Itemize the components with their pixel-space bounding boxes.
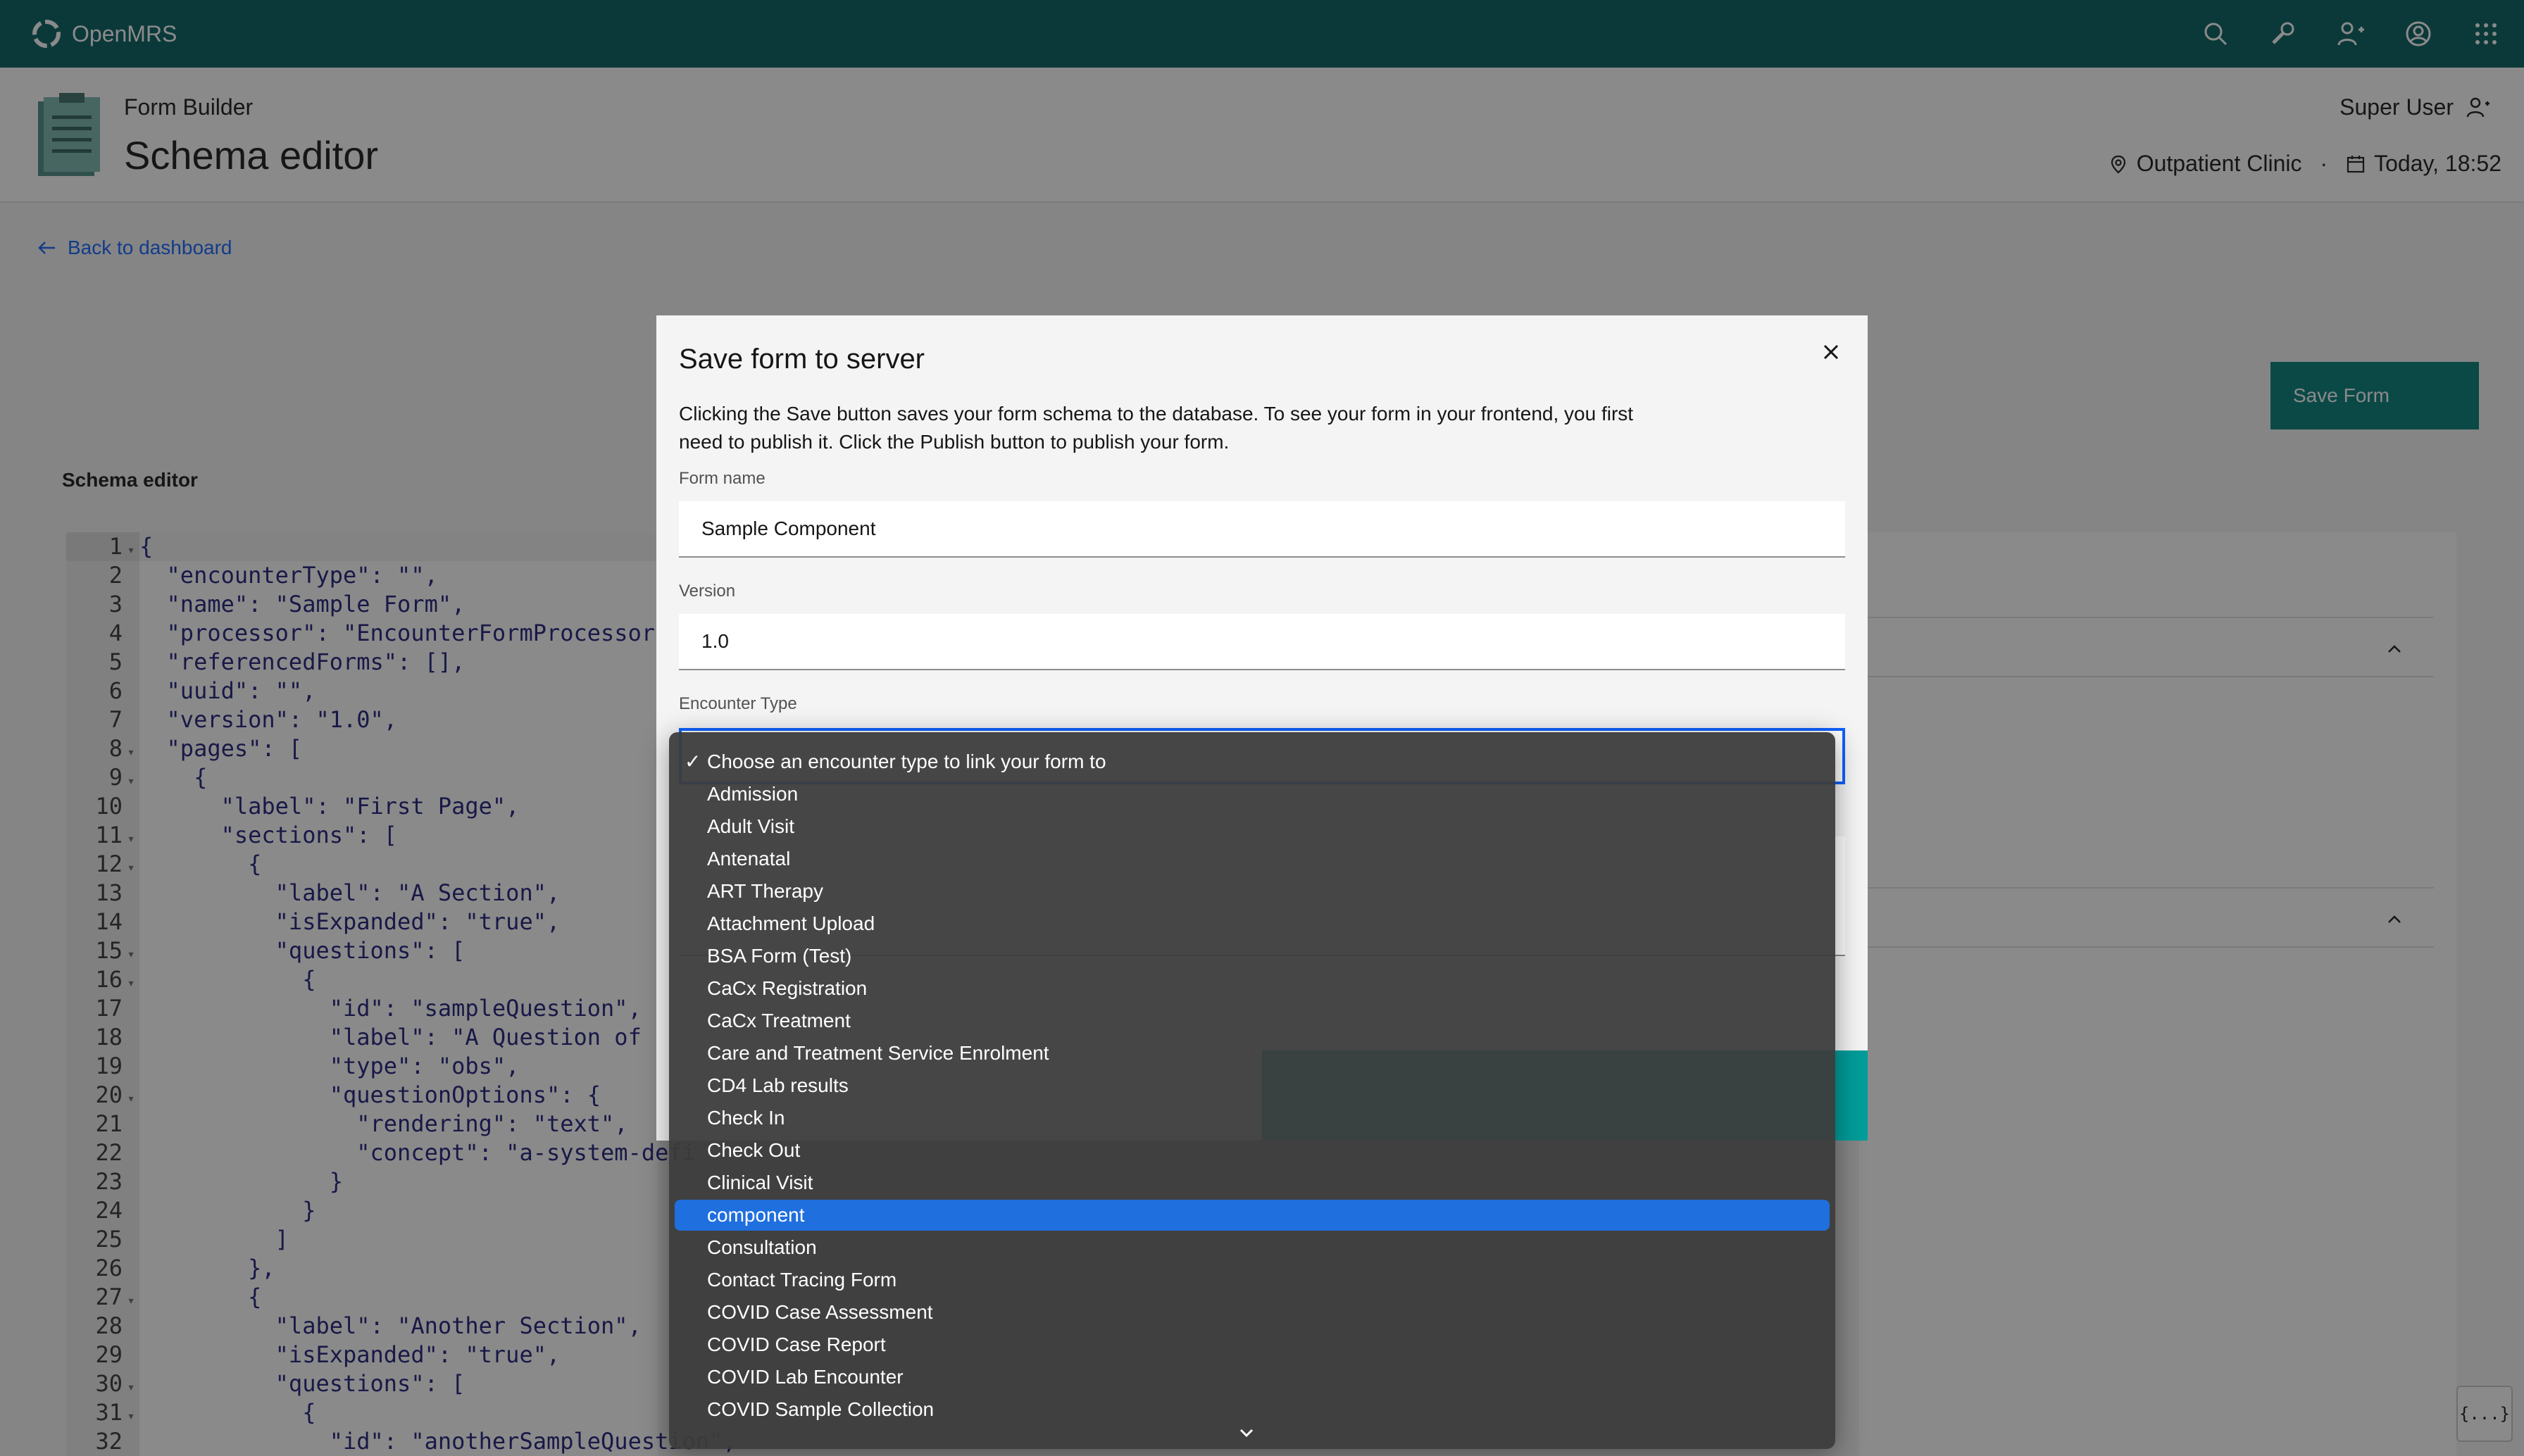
dropdown-option[interactable]: Care and Treatment Service Enrolment xyxy=(675,1038,1830,1069)
modal-description: Clicking the Save button saves your form… xyxy=(679,403,1634,453)
option-label: BSA Form (Test) xyxy=(707,945,852,967)
checkmark-icon: ✓ xyxy=(685,751,701,772)
option-label: CaCx Registration xyxy=(707,977,868,999)
encounter-type-label: Encounter Type xyxy=(679,694,797,713)
dropdown-option[interactable]: ✓ Choose an encounter type to link your f… xyxy=(675,746,1830,777)
dropdown-option[interactable]: CD4 Lab results xyxy=(675,1070,1830,1101)
version-input[interactable] xyxy=(679,614,1845,670)
option-label: COVID Case Report xyxy=(707,1333,886,1355)
option-label: COVID Sample Collection xyxy=(707,1398,935,1420)
form-name-input[interactable] xyxy=(679,501,1845,558)
dropdown-option[interactable]: ART Therapy xyxy=(675,876,1830,907)
option-label: Consultation xyxy=(707,1236,817,1258)
dropdown-option[interactable]: BSA Form (Test) xyxy=(675,941,1830,972)
option-label: Contact Tracing Form xyxy=(707,1269,897,1291)
option-label: CaCx Treatment xyxy=(707,1010,851,1031)
option-label: component xyxy=(707,1204,805,1226)
option-label: Clinical Visit xyxy=(707,1172,813,1193)
option-label: Adult Visit xyxy=(707,815,794,837)
dropdown-option[interactable]: COVID Case Report xyxy=(675,1329,1830,1360)
option-label: Check In xyxy=(707,1107,785,1129)
option-label: Choose an encounter type to link your fo… xyxy=(707,751,1106,772)
dropdown-option[interactable]: component xyxy=(675,1200,1830,1231)
version-label: Version xyxy=(679,582,736,601)
dropdown-option[interactable]: Clinical Visit xyxy=(675,1167,1830,1198)
dropdown-option[interactable]: Check In xyxy=(675,1103,1830,1134)
option-label: Antenatal xyxy=(707,848,791,870)
option-label: Care and Treatment Service Enrolment xyxy=(707,1042,1049,1064)
dropdown-option[interactable]: Attachment Upload xyxy=(675,908,1830,939)
dropdown-option[interactable]: Contact Tracing Form xyxy=(675,1264,1830,1295)
form-name-label: Form name xyxy=(679,469,766,488)
chevron-down-icon xyxy=(1239,1429,1254,1438)
option-label: Check Out xyxy=(707,1139,801,1161)
option-label: ART Therapy xyxy=(707,880,823,902)
dropdown-option[interactable]: Antenatal xyxy=(675,843,1830,874)
option-label: Admission xyxy=(707,783,799,805)
dropdown-option[interactable]: COVID Lab Encounter xyxy=(675,1362,1830,1393)
dropdown-option[interactable]: Admission xyxy=(675,779,1830,810)
option-label: Attachment Upload xyxy=(707,912,875,934)
close-icon xyxy=(1823,344,1839,360)
dropdown-option[interactable]: CaCx Registration xyxy=(675,973,1830,1004)
option-label: CD4 Lab results xyxy=(707,1074,849,1096)
dropdown-option[interactable]: Check Out xyxy=(675,1135,1830,1166)
encounter-type-dropdown: ✓ Choose an encounter type to link your f… xyxy=(669,732,1835,1449)
close-button[interactable] xyxy=(1817,338,1845,366)
dropdown-option[interactable]: COVID Case Assessment xyxy=(675,1297,1830,1328)
dropdown-option[interactable]: Adult Visit xyxy=(675,811,1830,842)
scroll-down-arrow[interactable] xyxy=(1237,1426,1259,1443)
dropdown-option[interactable]: CaCx Treatment xyxy=(675,1005,1830,1036)
option-label: COVID Lab Encounter xyxy=(707,1366,904,1388)
modal-title: Save form to server xyxy=(679,344,925,375)
option-label: COVID Case Assessment xyxy=(707,1301,933,1323)
dropdown-option[interactable]: Consultation xyxy=(675,1232,1830,1263)
dropdown-option[interactable]: COVID Sample Collection xyxy=(675,1394,1830,1425)
